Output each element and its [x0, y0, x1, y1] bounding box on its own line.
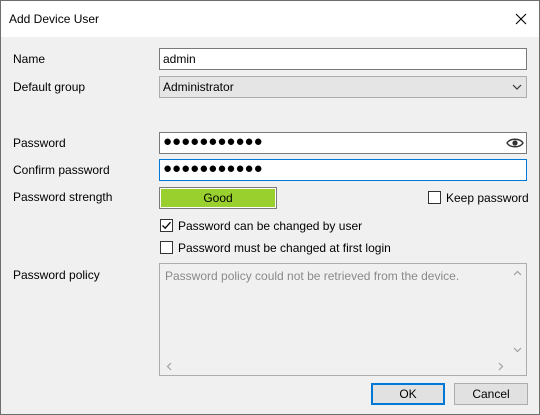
close-icon — [515, 13, 527, 25]
confirm-password-label: Confirm password — [13, 163, 110, 177]
scroll-down-button[interactable] — [509, 341, 526, 358]
show-password-eye-icon[interactable] — [506, 136, 524, 153]
chevron-down-icon — [512, 84, 522, 90]
default-group-value: Administrator — [163, 80, 234, 94]
title-bar: Add Device User — [1, 1, 539, 37]
password-policy-label: Password policy — [13, 268, 100, 282]
dialog-title: Add Device User — [9, 12, 100, 26]
password-strength-label: Password strength — [13, 190, 113, 204]
default-group-label: Default group — [13, 80, 86, 94]
can-change-label: Password can be changed by user — [178, 219, 363, 233]
keep-password-checkbox[interactable] — [428, 191, 441, 204]
scroll-left-button[interactable] — [160, 358, 177, 375]
password-policy-text: Password policy could not be retrieved f… — [165, 269, 460, 283]
must-change-checkbox[interactable] — [160, 241, 173, 254]
add-device-user-dialog: Add Device User Name admin Default group… — [0, 0, 540, 415]
password-policy-textbox: Password policy could not be retrieved f… — [159, 263, 527, 376]
name-input-value: admin — [163, 52, 196, 66]
horizontal-scrollbar[interactable] — [160, 358, 509, 375]
confirm-password-input[interactable]: ●●●●●●●●●●● — [159, 159, 527, 181]
name-label: Name — [13, 52, 46, 66]
can-change-checkbox[interactable] — [160, 219, 173, 232]
checkmark-icon — [162, 221, 171, 230]
password-strength-meter: Good — [159, 187, 277, 209]
scroll-right-button[interactable] — [492, 358, 509, 375]
chevron-up-icon — [513, 270, 522, 275]
vertical-scrollbar[interactable] — [509, 264, 526, 358]
password-strength-text: Good — [203, 191, 233, 205]
cancel-button[interactable]: Cancel — [454, 383, 528, 405]
scroll-up-button[interactable] — [509, 264, 526, 281]
must-change-label: Password must be changed at first login — [178, 241, 391, 255]
chevron-down-icon — [513, 347, 522, 352]
password-label: Password — [13, 136, 66, 150]
ok-button[interactable]: OK — [371, 383, 445, 405]
password-input[interactable]: ●●●●●●●●●●● — [159, 132, 527, 154]
confirm-password-mask: ●●●●●●●●●●● — [163, 160, 263, 177]
default-group-select[interactable]: Administrator — [159, 76, 527, 98]
chevron-left-icon — [166, 362, 171, 371]
password-mask: ●●●●●●●●●●● — [163, 133, 263, 150]
name-input[interactable]: admin — [159, 48, 527, 70]
close-button[interactable] — [503, 1, 539, 37]
keep-password-label: Keep password — [446, 191, 529, 205]
chevron-right-icon — [498, 362, 503, 371]
